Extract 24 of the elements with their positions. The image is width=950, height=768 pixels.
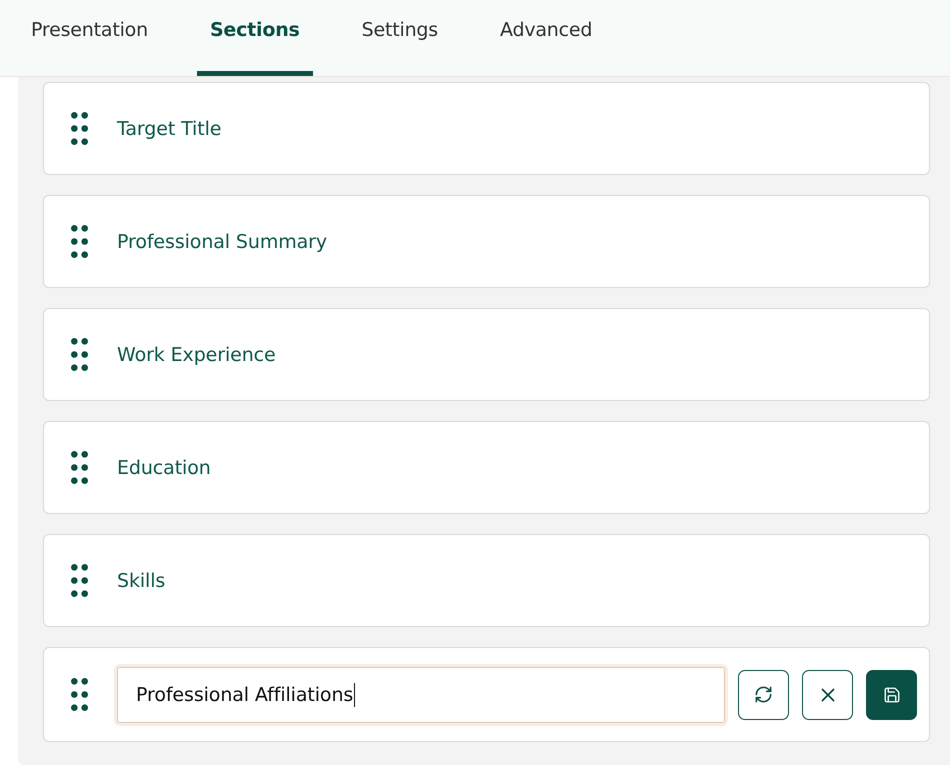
tab[interactable]: Presentation	[18, 0, 161, 76]
drag-handle-icon[interactable]	[71, 225, 88, 258]
section-row[interactable]: Target Title	[43, 82, 930, 175]
section-title: Target Title	[117, 118, 222, 140]
drag-handle-icon[interactable]	[71, 112, 88, 145]
drag-handle-icon[interactable]	[71, 678, 88, 711]
section-title: Education	[117, 456, 211, 478]
section-row[interactable]: Skills	[43, 534, 930, 627]
save-button[interactable]	[866, 670, 917, 720]
tab[interactable]: Advanced	[487, 0, 606, 76]
tab[interactable]: Settings	[348, 0, 451, 76]
drag-handle-icon[interactable]	[71, 338, 88, 371]
section-row[interactable]: Work Experience	[43, 308, 930, 401]
cancel-button[interactable]	[802, 670, 853, 720]
section-row[interactable]: Education	[43, 421, 930, 514]
drag-handle-icon[interactable]	[71, 564, 88, 597]
section-row[interactable]: Professional Summary	[43, 195, 930, 288]
section-row[interactable]: Professional Affiliations	[43, 647, 930, 742]
section-title: Skills	[117, 570, 166, 592]
drag-handle-icon[interactable]	[71, 451, 88, 484]
refresh-icon	[754, 685, 773, 704]
section-title: Professional Summary	[117, 230, 328, 252]
reset-button[interactable]	[738, 670, 789, 720]
section-title: Work Experience	[117, 344, 276, 366]
